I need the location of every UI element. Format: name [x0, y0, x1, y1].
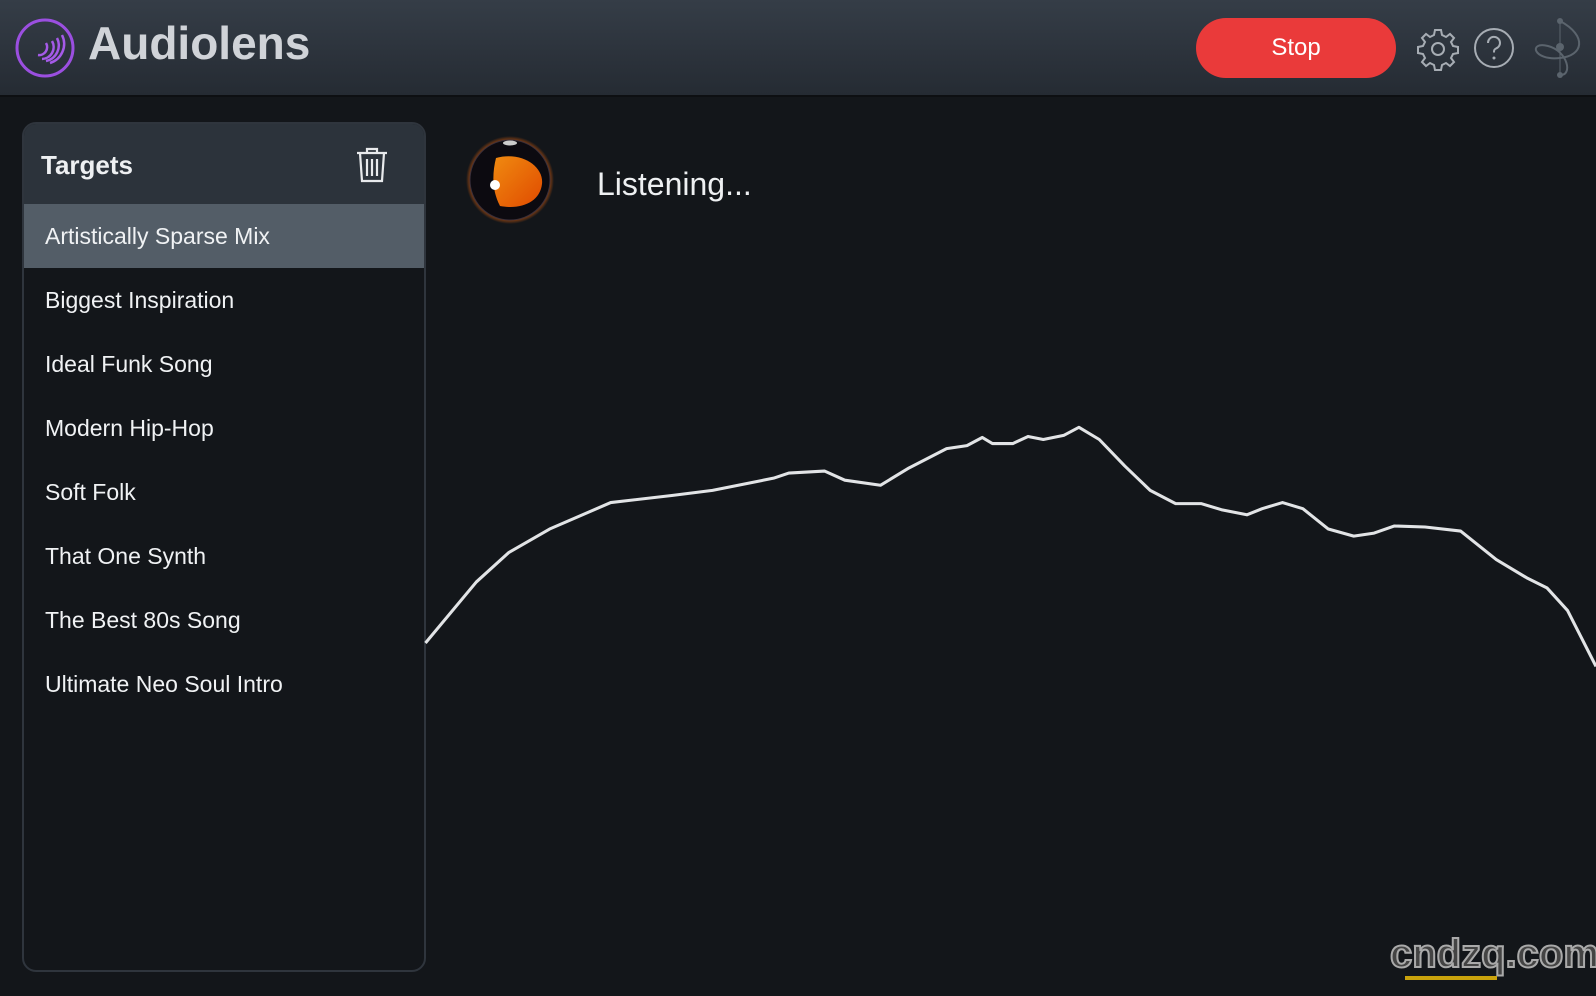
app-title: Audiolens	[88, 17, 311, 69]
targets-title: Targets	[41, 150, 133, 180]
target-label: The Best 80s Song	[45, 606, 241, 633]
target-item[interactable]: That One Synth	[24, 524, 424, 588]
target-item[interactable]: Ideal Funk Song	[24, 332, 424, 396]
trash-icon[interactable]	[354, 146, 390, 184]
network-icon[interactable]	[1528, 16, 1590, 80]
watermark-underline	[1405, 976, 1497, 980]
target-label: Soft Folk	[45, 478, 136, 505]
watermark: cndzq.com	[1389, 931, 1596, 977]
target-label: Artistically Sparse Mix	[45, 222, 270, 249]
listening-orb-icon	[466, 136, 554, 224]
stop-button[interactable]: Stop	[1196, 18, 1396, 78]
gear-icon[interactable]	[1416, 27, 1460, 71]
targets-header: Targets	[24, 124, 424, 204]
target-label: Ideal Funk Song	[45, 350, 213, 377]
target-item[interactable]: Ultimate Neo Soul Intro	[24, 652, 424, 716]
logo-icon	[15, 18, 75, 78]
target-item[interactable]: Biggest Inspiration	[24, 268, 424, 332]
status-text: Listening...	[597, 166, 752, 202]
target-item[interactable]: The Best 80s Song	[24, 588, 424, 652]
target-item[interactable]: Soft Folk	[24, 460, 424, 524]
target-label: Modern Hip-Hop	[45, 414, 214, 441]
target-label: That One Synth	[45, 542, 207, 569]
help-icon[interactable]	[1473, 27, 1515, 69]
app-header: Audiolens Stop	[0, 0, 1596, 97]
target-item[interactable]: Artistically Sparse Mix	[24, 204, 424, 268]
target-label: Ultimate Neo Soul Intro	[45, 670, 283, 697]
target-item[interactable]: Modern Hip-Hop	[24, 396, 424, 460]
target-label: Biggest Inspiration	[45, 286, 235, 313]
targets-panel: Targets Artistically Sparse Mix Biggest …	[22, 122, 426, 972]
